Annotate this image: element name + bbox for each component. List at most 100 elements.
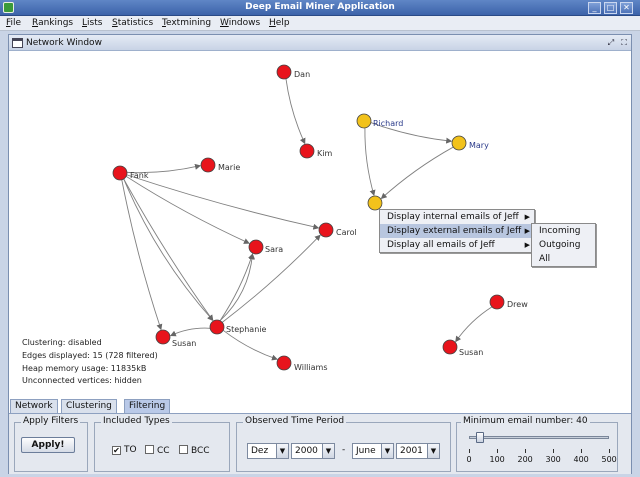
graph-stats: Clustering: disabled Edges displayed: 15… <box>22 337 158 388</box>
tab-network[interactable]: Network <box>10 399 58 413</box>
node-label-richard: Richard <box>373 119 403 128</box>
filtering-panel: Apply Filters Apply! Included Types ✔ TO C… <box>9 413 631 474</box>
included-types-group: Included Types ✔ TO CC BCC <box>94 416 230 472</box>
context-menu: Display internal emails of Jeff ▶ Display … <box>379 209 535 253</box>
from-month-select[interactable]: Dez ▼ <box>247 443 289 459</box>
check-icon: ✔ <box>112 446 121 455</box>
node-label-susan1: Susan <box>172 339 196 348</box>
submenu-item-outgoing[interactable]: Outgoing <box>532 238 595 252</box>
slider-tick <box>581 449 582 453</box>
node-label-frank: Fank <box>130 171 149 180</box>
edge-mary-jeff <box>380 146 454 200</box>
node-label-sara: Sara <box>265 245 283 254</box>
menu-mnemonic: H <box>269 18 276 28</box>
context-menu-item-1[interactable]: Display external emails of Jeff ▶ <box>380 224 534 238</box>
menu-windows[interactable]: Windows <box>220 18 260 28</box>
app-title: Deep Email Miner Application <box>245 2 395 12</box>
stat-edges: Edges displayed: 15 (728 filtered) <box>22 350 158 360</box>
node-label-drew: Drew <box>507 300 528 309</box>
submenu-item-incoming[interactable]: Incoming <box>532 224 595 238</box>
slider-tick-label: 200 <box>517 455 533 464</box>
menu-mnemonic: W <box>220 18 229 28</box>
restore-window-icon[interactable]: ⤢ <box>606 38 616 48</box>
submenu-item-all[interactable]: All <box>532 252 595 266</box>
node-mary[interactable] <box>451 135 467 151</box>
chevron-down-icon: ▼ <box>381 444 393 458</box>
time-period-group: Observed Time Period Dez ▼ 2000 ▼ - June… <box>236 416 451 472</box>
slider-tick-label: 400 <box>573 455 589 464</box>
node-label-kim: Kim <box>317 149 332 158</box>
edge-frank-susan1 <box>121 179 163 331</box>
to-year-value: 2001 <box>400 446 423 456</box>
stat-heap: Heap memory usage: 11835kB <box>22 363 147 373</box>
node-stephanie[interactable] <box>209 319 225 335</box>
menu-statistics[interactable]: Statistics <box>112 18 153 28</box>
checkbox-bcc[interactable]: BCC <box>179 445 210 456</box>
node-susan2[interactable] <box>442 339 458 355</box>
period-separator: - <box>342 445 346 455</box>
menu-help[interactable]: Help <box>269 18 290 28</box>
menu-file[interactable]: File <box>6 18 21 28</box>
chevron-down-icon: ▼ <box>427 444 439 458</box>
from-month-value: Dez <box>251 446 269 456</box>
apply-button[interactable]: Apply! <box>21 437 75 453</box>
node-drew[interactable] <box>489 294 505 310</box>
menu-label: ile <box>10 18 22 28</box>
tab-filtering[interactable]: Filtering <box>124 399 171 413</box>
min-email-group: Minimum email number: 40 0 100 200 300 400 50… <box>456 416 618 472</box>
node-frank[interactable] <box>112 165 128 181</box>
node-kim[interactable] <box>299 143 315 159</box>
min-email-label: Minimum email number: 40 <box>461 416 590 426</box>
maximize-window-icon[interactable]: ⛶ <box>619 38 629 48</box>
slider-tick <box>553 449 554 453</box>
checkbox-label: BCC <box>191 446 210 456</box>
menu-label: elp <box>275 18 290 28</box>
to-month-select[interactable]: June ▼ <box>352 443 394 459</box>
context-menu-item-2[interactable]: Display all emails of Jeff ▶ <box>380 238 534 252</box>
edge-frank-carol <box>126 174 320 230</box>
slider-tick-label: 0 <box>466 455 472 464</box>
slider-tick <box>525 449 526 453</box>
context-menu-item-0[interactable]: Display internal emails of Jeff ▶ <box>380 210 534 224</box>
edge-stephanie-susan1 <box>169 327 211 337</box>
min-email-slider-track[interactable] <box>469 436 609 439</box>
menu-textmining[interactable]: Textmining <box>162 18 211 28</box>
chevron-right-icon: ▶ <box>524 241 530 249</box>
node-label-stephanie: Stephanie <box>226 325 266 334</box>
node-susan1[interactable] <box>155 329 171 345</box>
chevron-down-icon: ▼ <box>322 444 334 458</box>
context-menu-item-label: Display external emails of Jeff <box>387 226 522 236</box>
network-window: Network Window ⤢ ⛶ Dan Kim Richard Mary Fank… <box>8 34 632 474</box>
checkbox-to[interactable]: ✔ TO <box>112 445 137 455</box>
min-email-slider-thumb[interactable] <box>476 432 485 443</box>
node-jeff[interactable] <box>367 195 383 211</box>
slider-tick-label: 300 <box>545 455 561 464</box>
from-year-select[interactable]: 2000 ▼ <box>291 443 335 459</box>
node-label-williams: Williams <box>294 363 328 372</box>
chevron-right-icon: ▶ <box>524 227 530 235</box>
menu-label: extmining <box>165 18 212 28</box>
checkbox-cc[interactable]: CC <box>145 445 170 456</box>
close-button[interactable]: ✕ <box>620 2 633 14</box>
node-marie[interactable] <box>200 157 216 173</box>
edge-dan-kim <box>285 78 306 145</box>
node-richard[interactable] <box>356 113 372 129</box>
menu-lists[interactable]: Lists <box>82 18 102 28</box>
node-label-dan: Dan <box>294 70 310 79</box>
slider-tick-label: 500 <box>601 455 617 464</box>
menu-rankings[interactable]: Rankings <box>32 18 73 28</box>
minimize-button[interactable]: _ <box>588 2 601 14</box>
apply-filters-group: Apply Filters Apply! <box>14 416 88 472</box>
context-submenu: Incoming Outgoing All <box>531 223 596 267</box>
menu-bar: File Rankings Lists Statistics Textmining Win… <box>0 16 640 31</box>
node-label-marie: Marie <box>218 163 240 172</box>
maximize-button[interactable]: □ <box>604 2 617 14</box>
to-year-select[interactable]: 2001 ▼ <box>396 443 440 459</box>
node-carol[interactable] <box>318 222 334 238</box>
node-dan[interactable] <box>276 64 292 80</box>
node-sara[interactable] <box>248 239 264 255</box>
slider-tick <box>609 449 610 453</box>
stat-unconnected: Unconnected vertices: hidden <box>22 376 142 386</box>
node-williams[interactable] <box>276 355 292 371</box>
tab-clustering[interactable]: Clustering <box>61 399 117 413</box>
